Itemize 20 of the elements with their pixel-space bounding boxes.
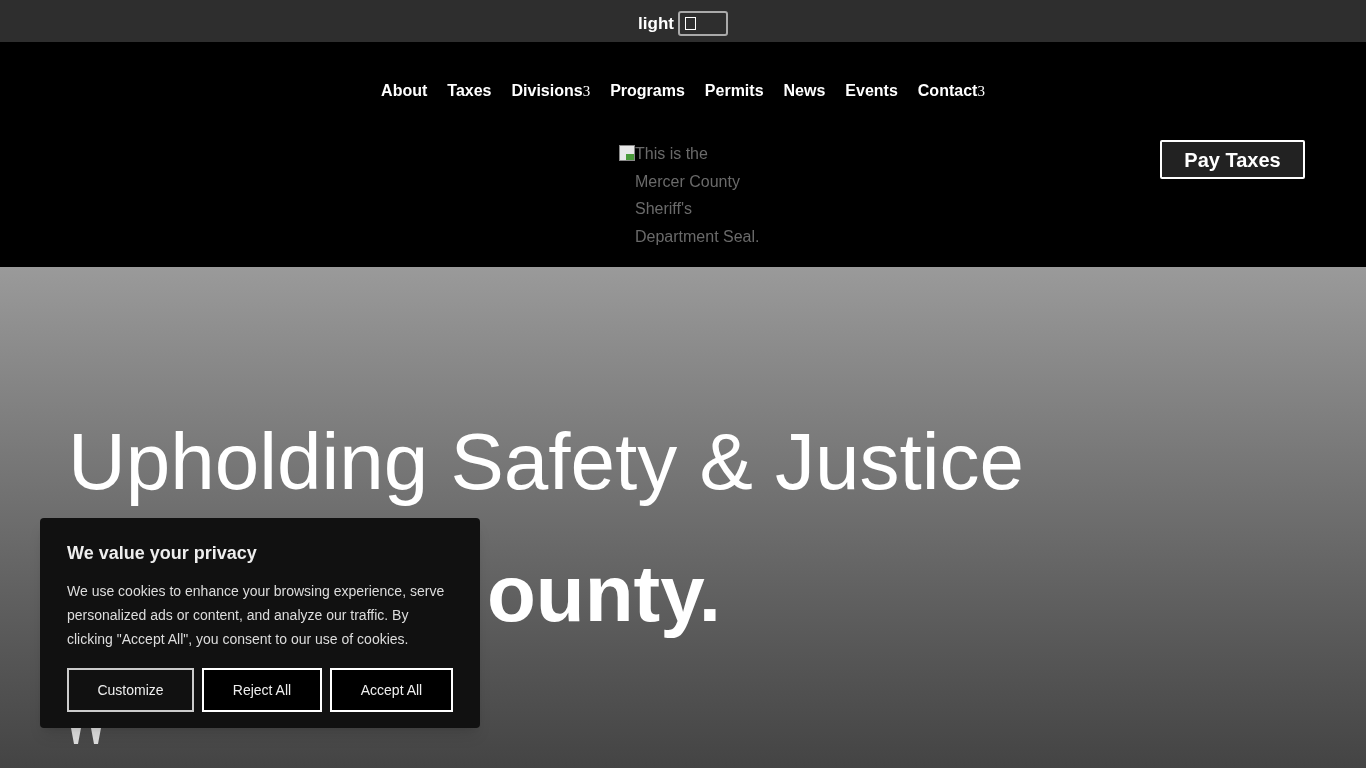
nav-link[interactable]: News xyxy=(783,79,826,103)
cookie-button[interactable]: Customize xyxy=(67,668,194,712)
cookie-button[interactable]: Reject All xyxy=(202,668,322,712)
pay-taxes-button[interactable]: Pay Taxes xyxy=(1160,140,1305,179)
banner-title: We value your privacy xyxy=(67,542,258,565)
broken-image-icon xyxy=(619,145,635,161)
logo-alt-text: This is the Mercer County Sheriff's Department Seal. xyxy=(635,144,761,247)
nav-link[interactable]: About xyxy=(381,79,428,103)
theme-toggle[interactable] xyxy=(677,10,728,36)
nav-link[interactable]: Taxes xyxy=(447,79,492,103)
theme-label: light xyxy=(638,13,674,36)
square-icon xyxy=(684,16,696,30)
nav-link[interactable]: Divisions3 xyxy=(511,79,591,103)
nav-link[interactable]: Events xyxy=(845,79,898,103)
banner-text: We use cookies to enhance your browsing experience, serve personalized ads or content, and analyze our traffic. By clicking "Accept All", you consent to our use of cookies. xyxy=(67,582,446,649)
quote-icon xyxy=(71,728,103,744)
cookie-button[interactable]: Accept All xyxy=(330,668,453,712)
nav-link[interactable]: Contact3 xyxy=(917,79,985,103)
nav-link[interactable]: Permits xyxy=(704,79,764,103)
nav-link[interactable]: Programs xyxy=(610,79,685,103)
